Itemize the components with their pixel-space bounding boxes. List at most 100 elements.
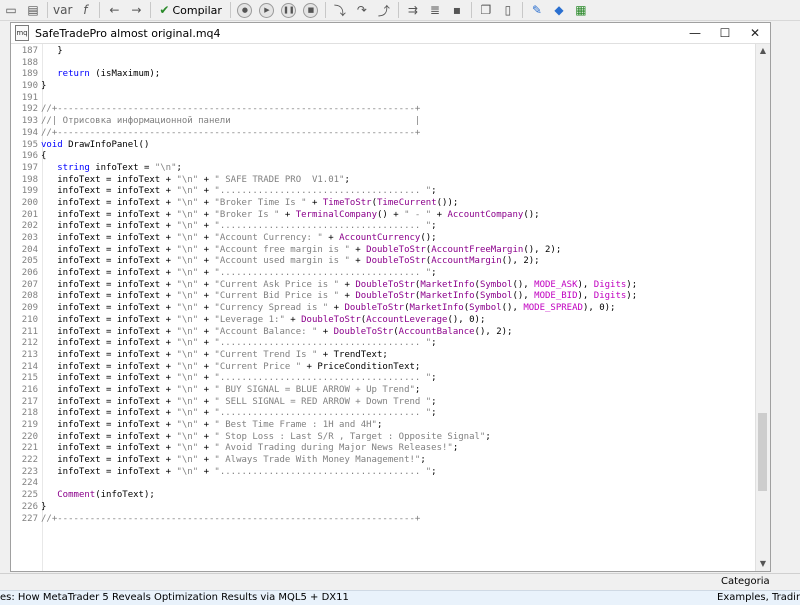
compile-button[interactable]: ✔ Compilar [156, 1, 225, 19]
line-number: 225 [21, 490, 38, 501]
stop-icon[interactable]: ■ [302, 1, 320, 19]
code-line[interactable]: 194//+----------------------------------… [11, 128, 637, 140]
code-text: infoText = infoText + "\n" + "..........… [41, 408, 437, 419]
article-title[interactable]: es: How MetaTrader 5 Reveals Optimizatio… [0, 591, 349, 605]
line-number: 194 [21, 127, 38, 138]
line-number: 205 [21, 256, 38, 267]
code-line[interactable]: 187 } [11, 46, 637, 58]
code-line[interactable]: 204 infoText = infoText + "\n" + "Accoun… [11, 245, 637, 257]
code-line[interactable]: 199 infoText = infoText + "\n" + "......… [11, 186, 637, 198]
pen-icon[interactable]: ✎ [528, 1, 546, 19]
function-icon[interactable]: f [76, 1, 94, 19]
code-line[interactable]: 217 infoText = infoText + "\n" + " SELL … [11, 397, 637, 409]
code-line[interactable]: 188 [11, 58, 637, 70]
close-button[interactable]: ✕ [740, 26, 770, 40]
panel-divider [0, 573, 800, 574]
toolbar-separator [229, 2, 231, 18]
code-text: string infoText = "\n"; [57, 162, 182, 173]
code-line[interactable]: 223 infoText = infoText + "\n" + "......… [11, 467, 637, 479]
copy-icon[interactable]: ❐ [477, 1, 495, 19]
line-number: 220 [21, 431, 38, 442]
back-arrow-icon[interactable]: ← [105, 1, 123, 19]
step-into-icon[interactable]: ⤵ [331, 1, 349, 19]
code-line[interactable]: 198 infoText = infoText + "\n" + " SAFE … [11, 175, 637, 187]
stop-square-icon[interactable]: ▪ [448, 1, 466, 19]
code-text: infoText = infoText + "\n" + " Always Tr… [41, 455, 426, 466]
toolbox-icon[interactable]: ▦ [572, 1, 590, 19]
code-line[interactable]: 202 infoText = infoText + "\n" + "......… [11, 221, 637, 233]
category-header[interactable]: Categoria [721, 576, 770, 587]
bookmark-icon[interactable]: ≣ [426, 1, 444, 19]
document-icon[interactable]: ▯ [499, 1, 517, 19]
play-icon[interactable]: ▶ [258, 1, 276, 19]
f-label: f [83, 3, 88, 17]
line-number: 199 [21, 186, 38, 197]
code-line[interactable]: 207 infoText = infoText + "\n" + "Curren… [11, 280, 637, 292]
line-number: 207 [21, 279, 38, 290]
code-line[interactable]: 226} [11, 502, 637, 514]
code-line[interactable]: 210 infoText = infoText + "\n" + "Levera… [11, 315, 637, 327]
code-line[interactable]: 208 infoText = infoText + "\n" + "Curren… [11, 291, 637, 303]
vertical-scrollbar[interactable]: ▲ ▼ [755, 44, 770, 571]
code-text: infoText = infoText + "\n" + "Broker Tim… [41, 197, 459, 208]
code-line[interactable]: 213 infoText = infoText + "\n" + "Curren… [11, 350, 637, 362]
code-line[interactable]: 216 infoText = infoText + "\n" + " BUY S… [11, 385, 637, 397]
scrollbar-thumb[interactable] [758, 413, 767, 491]
pause-icon[interactable]: ❚❚ [280, 1, 298, 19]
code-line[interactable]: 211 infoText = infoText + "\n" + "Accoun… [11, 327, 637, 339]
compile-label: Compilar [172, 3, 222, 17]
line-number: 221 [21, 443, 38, 454]
step-over-icon[interactable]: ↷ [353, 1, 371, 19]
new-file-icon[interactable]: ▭ [2, 1, 20, 19]
history-icon[interactable]: ⇉ [404, 1, 422, 19]
step-out-icon[interactable]: ⤴ [375, 1, 393, 19]
code-text: infoText = infoText + "\n" + " SELL SIGN… [41, 396, 437, 407]
code-text: } [41, 501, 47, 512]
code-line[interactable]: 219 infoText = infoText + "\n" + " Best … [11, 420, 637, 432]
code-line[interactable]: 222 infoText = infoText + "\n" + " Alway… [11, 455, 637, 467]
forward-arrow-icon[interactable]: → [127, 1, 145, 19]
code-line[interactable]: 224 [11, 478, 637, 490]
scroll-up-icon[interactable]: ▲ [756, 44, 770, 58]
code-line[interactable]: 215 infoText = infoText + "\n" + "......… [11, 373, 637, 385]
line-number: 198 [21, 174, 38, 185]
debug-icon[interactable]: ● [236, 1, 254, 19]
code-text: infoText = infoText + "\n" + "Current Bi… [41, 291, 638, 302]
line-number: 209 [21, 303, 38, 314]
line-number: 197 [21, 162, 38, 173]
var-icon[interactable]: var [53, 1, 72, 19]
code-line[interactable]: 218 infoText = infoText + "\n" + "......… [11, 408, 637, 420]
navigator-icon[interactable]: ◆ [550, 1, 568, 19]
code-line[interactable]: 206 infoText = infoText + "\n" + "......… [11, 268, 637, 280]
code-line[interactable]: 189 return (isMaximum); [11, 69, 637, 81]
code-line[interactable]: 200 infoText = infoText + "\n" + "Broker… [11, 198, 637, 210]
code-line[interactable]: 209 infoText = infoText + "\n" + "Curren… [11, 303, 637, 315]
scroll-down-icon[interactable]: ▼ [756, 557, 770, 571]
line-number: 224 [21, 478, 38, 489]
code-line[interactable]: 197 string infoText = "\n"; [11, 163, 637, 175]
line-number: 203 [21, 233, 38, 243]
code-line[interactable]: 221 infoText = infoText + "\n" + " Avoid… [11, 443, 637, 455]
code-text: infoText = infoText + "\n" + "Account Cu… [41, 233, 437, 243]
code-line[interactable]: 227//+----------------------------------… [11, 514, 637, 526]
code-line[interactable]: 225 Comment(infoText); [11, 490, 637, 502]
code-line[interactable]: 190} [11, 81, 637, 93]
code-line[interactable]: 193//| Отрисовка информационной панели | [11, 116, 637, 128]
code-line[interactable]: 214 infoText = infoText + "\n" + "Curren… [11, 362, 637, 374]
code-line[interactable]: 201 infoText = infoText + "\n" + "Broker… [11, 210, 637, 222]
open-folder-icon[interactable]: ▤ [24, 1, 42, 19]
maximize-button[interactable]: ☐ [710, 26, 740, 40]
code-line[interactable]: 196{ [11, 151, 637, 163]
code-line[interactable]: 192//+----------------------------------… [11, 104, 637, 116]
code-line[interactable]: 205 infoText = infoText + "\n" + "Accoun… [11, 256, 637, 268]
code-line[interactable]: 203 infoText = infoText + "\n" + "Accoun… [11, 233, 637, 245]
code-line[interactable]: 191 [11, 93, 637, 105]
code-text: return (isMaximum); [57, 69, 161, 80]
code-text: infoText = infoText + "\n" + "..........… [41, 221, 437, 232]
line-number: 218 [21, 408, 38, 419]
code-line[interactable]: 212 infoText = infoText + "\n" + "......… [11, 338, 637, 350]
code-line[interactable]: 220 infoText = infoText + "\n" + " Stop … [11, 432, 637, 444]
code-editor[interactable]: 187 } 188 189 return (isMaximum); 190} 191 19… [11, 44, 756, 571]
code-line[interactable]: 195 void DrawInfoPanel() [11, 140, 637, 152]
minimize-button[interactable]: — [680, 26, 710, 40]
